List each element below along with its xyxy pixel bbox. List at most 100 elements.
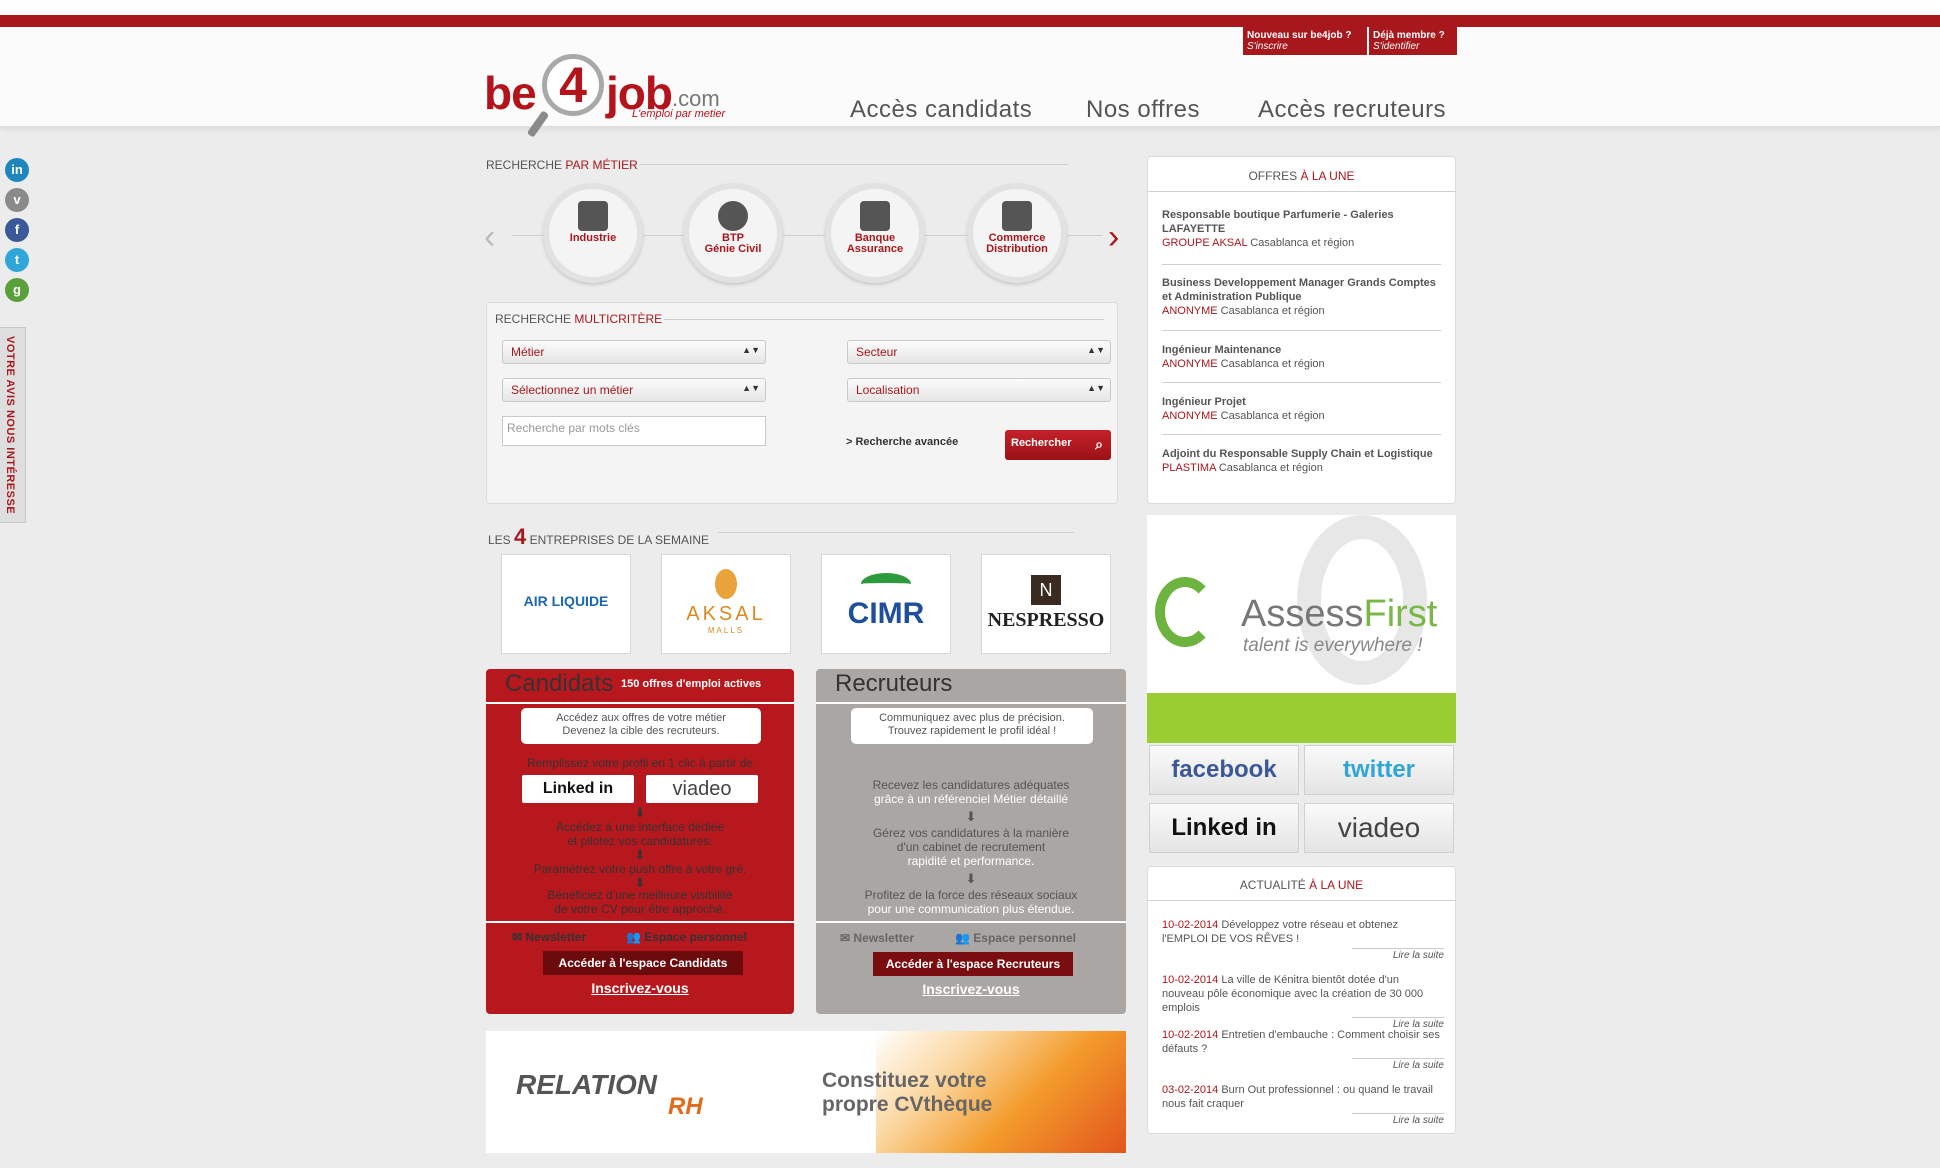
twitter-icon[interactable]: t	[5, 248, 29, 272]
keywords-input[interactable]: Recherche par mots clés	[502, 416, 766, 446]
offer-company: ANONYME	[1162, 358, 1218, 370]
aksal-drop-icon	[715, 569, 737, 599]
aksal-logo: AKSAL	[686, 603, 766, 625]
recruteurs-bubble: Communiquez avec plus de précision. Trou…	[851, 708, 1093, 744]
banner-text-2: propre CVthèque	[822, 1093, 993, 1116]
offer-company: ANONYME	[1162, 410, 1218, 422]
nav-acces-candidats[interactable]: Accès candidats	[850, 96, 1032, 124]
read-more-link[interactable]: Lire la suite	[1352, 1113, 1444, 1128]
metier-commerce[interactable]: Commerce Distribution	[967, 183, 1067, 283]
rec-step2: Gérez vos candidatures à la manière d'un…	[816, 826, 1126, 868]
rec-newsletter-link[interactable]: ✉ Newsletter	[840, 931, 914, 945]
metier-select-value: Métier	[511, 345, 545, 359]
news-item[interactable]: 10-02-2014 La ville de Kénitra bientôt d…	[1162, 973, 1444, 1032]
signup-header-button[interactable]: Nouveau sur be4job ? S'inscrire	[1243, 27, 1367, 55]
viadeo-icon[interactable]: v	[5, 188, 29, 212]
cand-espace-link[interactable]: 👥 Espace personnel	[626, 930, 747, 944]
offer-item[interactable]: Ingénieur Projet ANONYME Casablanca et r…	[1162, 395, 1444, 423]
bubble-line: Devenez la cible des recruteurs.	[562, 725, 720, 737]
secteur-select[interactable]: Secteur ▲▼	[847, 340, 1111, 364]
nav-acces-recruteurs[interactable]: Accès recruteurs	[1258, 96, 1446, 124]
facebook-icon[interactable]: f	[5, 218, 29, 242]
metier-title-a: RECHERCHE	[486, 158, 566, 172]
offer-item[interactable]: Adjoint du Responsable Supply Chain et L…	[1162, 447, 1444, 475]
candidats-access-button[interactable]: Accéder à l'espace Candidats	[543, 951, 743, 975]
company-aksal[interactable]: AKSAL MALLS	[661, 554, 791, 654]
secteur-select-value: Secteur	[856, 345, 898, 359]
company-nespresso[interactable]: N NESPRESSO	[981, 554, 1111, 654]
actualite-title: ACTUALITÉ À LA UNE	[1147, 878, 1456, 892]
metier-label: Génie Civil	[704, 243, 762, 255]
candidats-signup-link[interactable]: Inscrivez-vous	[486, 980, 794, 996]
bank-card-icon	[860, 201, 890, 231]
offer-item[interactable]: Business Developpement Manager Grands Co…	[1162, 276, 1444, 318]
news-date: 03-02-2014	[1162, 1084, 1219, 1096]
down-arrow-icon: ⬇	[965, 809, 977, 824]
read-more-link[interactable]: Lire la suite	[1352, 948, 1444, 963]
google-plus-icon[interactable]: g	[5, 278, 29, 302]
step-line: grâce à un référenciel Métier détaillé	[873, 792, 1069, 806]
metier-btp[interactable]: BTP Génie Civil	[683, 183, 783, 283]
company-air-liquide[interactable]: AIR LIQUIDE	[501, 554, 631, 654]
step-line: Profitez de la force des réseaux sociaux	[864, 888, 1078, 902]
assessfirst-green-bar	[1147, 693, 1456, 743]
linkedin-button[interactable]: Linked in	[1149, 803, 1299, 853]
news-item[interactable]: 03-02-2014 Burn Out professionnel : ou q…	[1162, 1083, 1444, 1128]
company-cimr[interactable]: CIMR	[821, 554, 951, 654]
assessfirst-banner[interactable]: AssessFirst talent is everywhere !	[1147, 515, 1456, 693]
bubble-line: Accédez aux offres de votre métier	[556, 712, 726, 724]
signup-header-label: Nouveau sur be4job ?	[1247, 30, 1352, 41]
metier-industrie[interactable]: Industrie	[543, 183, 643, 283]
cand-newsletter-link[interactable]: ✉ Newsletter	[512, 930, 586, 944]
relation-rh-banner[interactable]: RELATION RH Constituez votre propre CVth…	[486, 1031, 1126, 1153]
offer-item[interactable]: Ingénieur Maintenance ANONYME Casablanca…	[1162, 343, 1444, 371]
offer-location: Casablanca et région	[1217, 305, 1325, 317]
carousel-next-icon[interactable]: ›	[1108, 218, 1119, 257]
viadeo-profile-button[interactable]: viadeo	[646, 775, 758, 803]
companies-title-b: ENTREPRISES DE LA SEMAINE	[526, 533, 709, 547]
search-button-label: Rechercher	[1011, 437, 1072, 449]
viadeo-button[interactable]: viadeo	[1304, 803, 1454, 853]
assessfirst-brand-b: First	[1363, 593, 1438, 635]
logo-tagline: L'emploi par metier	[632, 108, 726, 120]
localisation-select[interactable]: Localisation ▲▼	[847, 378, 1111, 402]
news-date: 10-02-2014	[1162, 974, 1219, 986]
nav-nos-offres[interactable]: Nos offres	[1086, 96, 1200, 124]
multi-title-b: MULTICRITÈRE	[574, 312, 663, 326]
cimr-palm-icon	[861, 573, 911, 595]
advanced-search-link[interactable]: > Recherche avancée	[846, 436, 958, 448]
metier-detail-select[interactable]: Sélectionnez un métier ▲▼	[502, 378, 766, 402]
offer-title: Business Developpement Manager Grands Co…	[1162, 277, 1436, 303]
twitter-button[interactable]: twitter	[1304, 745, 1454, 795]
offer-location: Casablanca et région	[1217, 358, 1325, 370]
offer-item[interactable]: Responsable boutique Parfumerie - Galeri…	[1162, 208, 1444, 250]
facebook-button[interactable]: facebook	[1149, 745, 1299, 795]
nespresso-n-icon: N	[1031, 575, 1061, 605]
search-button[interactable]: Rechercher ⌕	[1005, 430, 1111, 460]
down-arrow-icon: ⬇	[634, 805, 646, 820]
login-header-button[interactable]: Déjà membre ? S'identifier	[1369, 27, 1457, 55]
news-date: 10-02-2014	[1162, 919, 1219, 931]
candidats-count: 150 offres d'emploi actives	[621, 678, 762, 690]
read-more-link[interactable]: Lire la suite	[1352, 1058, 1444, 1073]
offer-location: Casablanca et région	[1215, 462, 1323, 474]
divider	[486, 702, 794, 704]
recruteurs-access-button[interactable]: Accéder à l'espace Recruteurs	[873, 952, 1073, 976]
handshake-icon	[1002, 201, 1032, 231]
metier-banque[interactable]: Banque Assurance	[825, 183, 925, 283]
feedback-tab[interactable]: VOTRE AVIS NOUS INTÉRESSE	[0, 327, 26, 523]
step-line: d'un cabinet de recrutement	[896, 840, 1046, 854]
linkedin-profile-button[interactable]: Linked in	[522, 775, 634, 803]
rec-espace-link[interactable]: 👥 Espace personnel	[955, 931, 1076, 945]
news-item[interactable]: 10-02-2014 Entretien d'embauche : Commen…	[1162, 1028, 1444, 1073]
multi-search-title: RECHERCHE MULTICRITÈRE	[495, 312, 662, 326]
metier-select[interactable]: Métier ▲▼	[502, 340, 766, 364]
be4job-logo[interactable]: be 4 job .com L'emploi par metier	[484, 52, 744, 142]
offer-title: Responsable boutique Parfumerie - Galeri…	[1162, 209, 1394, 235]
carousel-prev-icon[interactable]: ‹	[484, 218, 495, 257]
multi-search-panel	[486, 302, 1118, 504]
recruteurs-signup-link[interactable]: Inscrivez-vous	[816, 981, 1126, 997]
assessfirst-leaf-icon	[1155, 577, 1215, 647]
linkedin-icon[interactable]: in	[5, 158, 29, 182]
news-item[interactable]: 10-02-2014 Développez votre réseau et ob…	[1162, 918, 1444, 963]
